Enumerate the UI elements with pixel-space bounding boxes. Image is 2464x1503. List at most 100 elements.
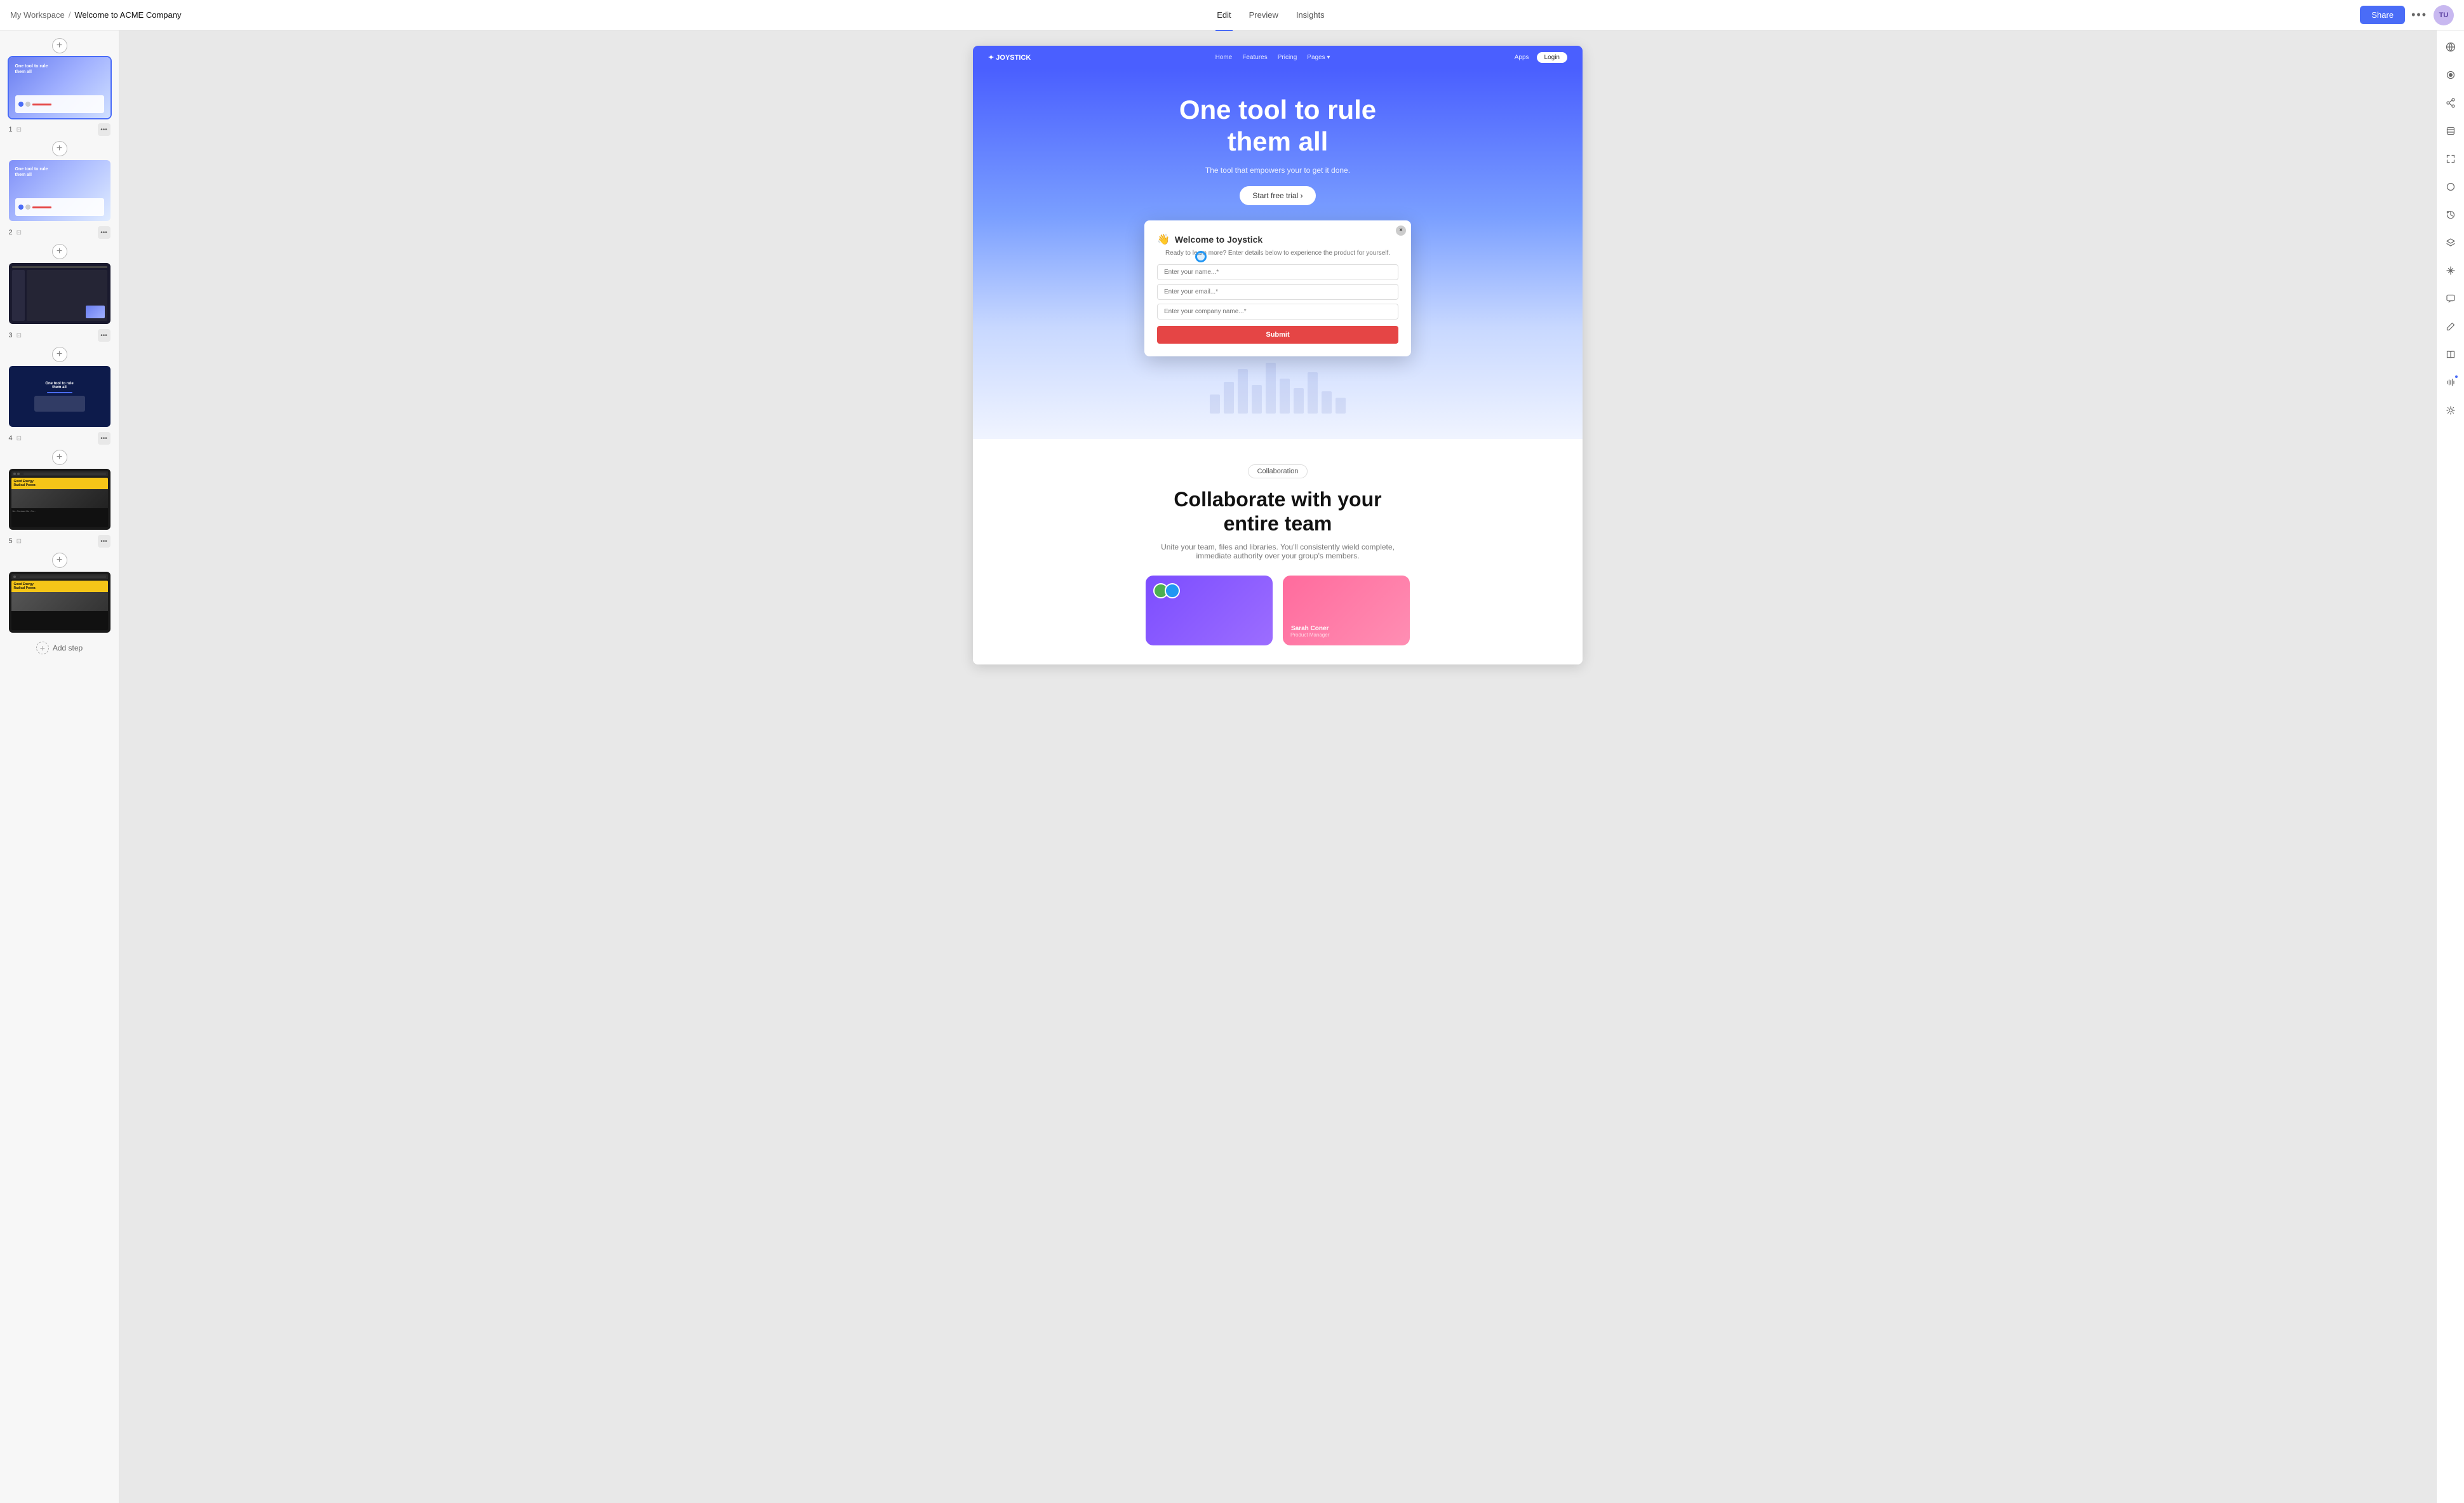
more-button[interactable]: •••: [2411, 8, 2427, 22]
step-thumb-2: One tool to rulethem all: [8, 159, 112, 222]
step-1-more-button[interactable]: •••: [98, 123, 110, 136]
expand-icon[interactable]: [2442, 150, 2460, 168]
site-modal-email-input[interactable]: [1157, 284, 1398, 300]
add-between-3-4-button[interactable]: +: [52, 347, 67, 362]
add-before-step1-button[interactable]: +: [52, 38, 67, 53]
site-nav-features[interactable]: Features: [1242, 54, 1267, 61]
step-4-icons: •••: [98, 432, 110, 445]
step-1-icons: •••: [98, 123, 110, 136]
thumb-5-link1: Us: [13, 509, 16, 513]
site-nav-home[interactable]: Home: [1215, 54, 1233, 61]
database-icon[interactable]: [2442, 122, 2460, 140]
step-thumb-6: Good EnergyRadical Power.: [8, 570, 112, 634]
bar-3: [1238, 369, 1248, 414]
add-between-2-3-button[interactable]: +: [52, 244, 67, 259]
book-icon[interactable]: [2442, 346, 2460, 363]
tab-edit[interactable]: Edit: [1215, 8, 1232, 22]
add-step-icon: +: [36, 642, 49, 654]
site-login-button[interactable]: Login: [1537, 52, 1567, 63]
step-5-more-button[interactable]: •••: [98, 535, 110, 548]
site-modal-title: Welcome to Joystick: [1175, 234, 1262, 245]
collab-person-name: Sarah Coner: [1290, 625, 1329, 632]
site-nav: ✦ JOYSTICK Home Features Pricing Pages ▾…: [973, 46, 1583, 69]
step-2-more-button[interactable]: •••: [98, 226, 110, 239]
thumb-2-bg: One tool to rulethem all: [9, 160, 110, 221]
pen-icon[interactable]: [2442, 318, 2460, 335]
thumb-5-inner: Good EnergyRadical Power. Us Contact Us …: [9, 469, 110, 530]
workspace-label[interactable]: My Workspace: [10, 10, 65, 20]
step-item-4[interactable]: One tool to rulethem all 4 ⊡ •••: [8, 365, 112, 447]
thumb-dot-gray: [25, 102, 30, 107]
site-hero-subtitle: The tool that empowers your to get it do…: [988, 166, 1567, 175]
site-nav-apps[interactable]: Apps: [1515, 54, 1529, 61]
thumb-5-link3: Co...: [30, 509, 36, 513]
share-button[interactable]: Share: [2360, 6, 2405, 24]
tab-preview[interactable]: Preview: [1248, 8, 1280, 22]
step-num-3: 3 ⊡: [9, 332, 22, 339]
node-icon[interactable]: [2442, 66, 2460, 84]
main-layout: + One tool to rulethem all 1 ⊡: [0, 30, 2464, 1503]
thumb-5-address: [23, 473, 106, 475]
cursor-ring: [1195, 251, 1207, 262]
audio-notification-dot: [2454, 375, 2458, 379]
audio-icon[interactable]: [2442, 374, 2460, 391]
layers-icon[interactable]: [2442, 234, 2460, 252]
add-between-4-5-button[interactable]: +: [52, 450, 67, 465]
step-3-more-button[interactable]: •••: [98, 329, 110, 342]
site-hero-title: One tool to rule them all: [988, 94, 1567, 158]
bar-2: [1224, 382, 1234, 414]
site-modal-overlay: × 👋 Welcome to Joystick Ready to learn m…: [1144, 220, 1411, 420]
thumb-2-text: One tool to rulethem all: [15, 166, 48, 178]
thumb-6-inner: Good EnergyRadical Power.: [9, 572, 110, 633]
add-between-1-2-button[interactable]: +: [52, 141, 67, 156]
step-footer-2: 2 ⊡ •••: [8, 224, 112, 241]
bar-4: [1252, 385, 1262, 414]
thumb-2-card: [15, 198, 104, 216]
step-item-5[interactable]: Good EnergyRadical Power. Us Contact Us …: [8, 468, 112, 550]
bar-6: [1280, 379, 1290, 414]
site-hero-cta[interactable]: Start free trial ›: [1240, 186, 1315, 205]
thumb-5-body: Good EnergyRadical Power. Us Contact Us …: [11, 478, 108, 527]
globe-icon[interactable]: [2442, 38, 2460, 56]
sparkle-icon[interactable]: [2442, 262, 2460, 280]
site-nav-pricing[interactable]: Pricing: [1278, 54, 1297, 61]
tab-insights[interactable]: Insights: [1295, 8, 1326, 22]
site-modal-company-input[interactable]: [1157, 304, 1398, 320]
site-collab-section: Collaboration Collaborate with your enti…: [973, 439, 1583, 664]
settings-icon[interactable]: [2442, 401, 2460, 419]
thumb-6-address: [20, 576, 106, 578]
right-sidebar: [2436, 30, 2464, 1503]
site-modal-submit-button[interactable]: Submit: [1157, 326, 1398, 344]
user-avatar[interactable]: TU: [2434, 5, 2454, 25]
thumb-1-card: [15, 95, 104, 113]
site-modal-name-input[interactable]: [1157, 264, 1398, 280]
collab-cards: Sarah Coner Product Manager: [988, 576, 1567, 645]
thumb-5-bg: Good EnergyRadical Power. Us Contact Us …: [9, 469, 110, 530]
history-icon[interactable]: [2442, 206, 2460, 224]
step-4-more-button[interactable]: •••: [98, 432, 110, 445]
share-network-icon[interactable]: [2442, 94, 2460, 112]
breadcrumb-separator: /: [69, 10, 71, 20]
add-between-5-6-button[interactable]: +: [52, 553, 67, 568]
site-modal-close-button[interactable]: ×: [1396, 226, 1406, 236]
step-frame-icon: ⊡: [17, 126, 22, 133]
step-item-3[interactable]: 3 ⊡ •••: [8, 262, 112, 344]
comment-icon[interactable]: [2442, 290, 2460, 307]
breadcrumb: My Workspace / Welcome to ACME Company: [10, 10, 181, 20]
canvas-area[interactable]: ✦ JOYSTICK Home Features Pricing Pages ▾…: [119, 30, 2436, 1503]
step-item-6[interactable]: Good EnergyRadical Power.: [8, 570, 112, 634]
circle-icon[interactable]: [2442, 178, 2460, 196]
collab-avatar-row: [1153, 583, 1180, 598]
topbar: My Workspace / Welcome to ACME Company E…: [0, 0, 2464, 30]
thumb-6-bg: Good EnergyRadical Power.: [9, 572, 110, 633]
project-label[interactable]: Welcome to ACME Company: [74, 10, 181, 20]
step-thumb-4: One tool to rulethem all: [8, 365, 112, 428]
thumb-6-brand: Good EnergyRadical Power.: [11, 581, 108, 592]
site-modal-cursor: [1195, 251, 1207, 262]
add-step-button[interactable]: + Add step: [36, 637, 83, 659]
thumb-4-card: [34, 396, 85, 412]
site-hero: One tool to rule them all The tool that …: [973, 69, 1583, 439]
step-item-2[interactable]: One tool to rulethem all 2 ⊡ •••: [8, 159, 112, 241]
site-nav-pages[interactable]: Pages ▾: [1307, 54, 1330, 61]
step-item-1[interactable]: One tool to rulethem all 1 ⊡ •••: [8, 56, 112, 138]
